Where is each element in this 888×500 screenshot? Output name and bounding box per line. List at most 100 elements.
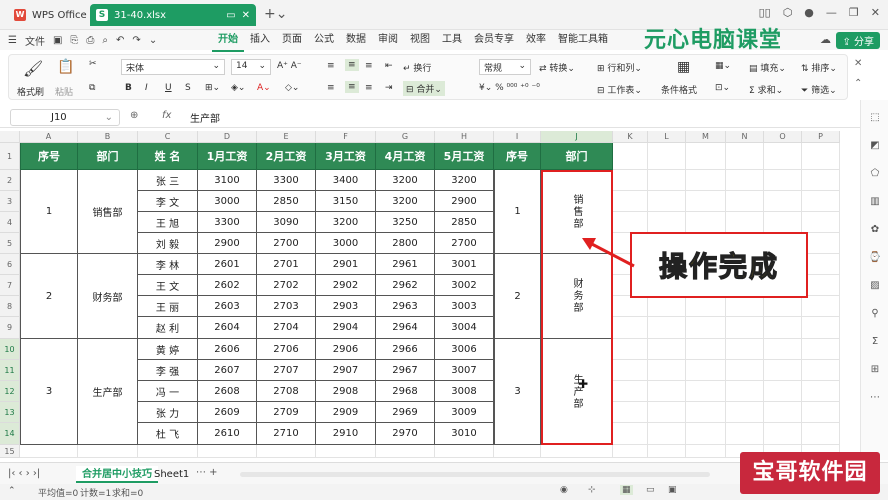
column-header-B[interactable]: B [78,131,138,143]
more-icon[interactable]: ⌄ [149,35,157,46]
file-menu[interactable]: 文件 [25,33,45,48]
table-cell[interactable]: 2604 [198,317,257,339]
zoom-icon[interactable]: ⊕ [130,110,138,121]
table-cell[interactable]: 3400 [316,170,376,191]
grid-cell[interactable] [726,191,764,212]
merge-button[interactable]: ⊟ 合并⌄ [403,81,445,96]
table-cell[interactable]: 2702 [257,275,316,296]
new-tab-icon[interactable]: +⌄ [264,6,287,22]
table-cell[interactable]: 2968 [376,381,435,402]
row-header-13[interactable]: 13 [0,402,20,423]
table-cell[interactable]: 2706 [257,339,316,360]
table-cell[interactable]: 3200 [435,170,494,191]
align-bottom-icon[interactable]: ≡ [365,61,373,71]
grid-cell[interactable] [764,191,802,212]
table-cell[interactable]: 3100 [198,170,257,191]
group-number-cell[interactable]: 1 [20,170,78,254]
table-cell[interactable]: 2900 [435,191,494,212]
table-cell[interactable]: 3010 [435,423,494,445]
grid-cell[interactable] [613,423,648,445]
grid-cell[interactable] [613,191,648,212]
grid-cell[interactable] [764,339,802,360]
layout-icon[interactable]: ▯▯ [759,6,771,19]
column-header-L[interactable]: L [648,131,686,143]
grid-cell[interactable] [20,445,78,458]
grid-cell[interactable] [138,445,198,458]
grid-cell[interactable] [613,170,648,191]
table-cell[interactable]: 张 力 [138,402,198,423]
grid-cell[interactable] [802,339,840,360]
table-cell[interactable]: 3001 [435,254,494,275]
image-icon[interactable]: ▨ [868,280,882,294]
table-cell[interactable]: 2909 [316,402,376,423]
grid-cell[interactable] [726,317,764,339]
table-cell[interactable]: 杜 飞 [138,423,198,445]
table-cell[interactable]: 2961 [376,254,435,275]
grid-cell[interactable] [764,143,802,170]
table-cell[interactable]: 2967 [376,360,435,381]
column-header-D[interactable]: D [198,131,257,143]
row-header-5[interactable]: 5 [0,233,20,254]
grow-font-icon[interactable]: A⁺ A⁻ [277,61,302,71]
export-icon[interactable]: ⎘ [70,35,78,46]
close-tab-icon[interactable]: ✕ [242,10,250,21]
column-header-M[interactable]: M [686,131,726,143]
grid-cell[interactable] [613,381,648,402]
row-header-2[interactable]: 2 [0,170,20,191]
clear-icon[interactable]: ◇⌄ [285,83,299,93]
grid-cell[interactable] [764,317,802,339]
bold-icon[interactable]: B [125,83,132,93]
table-cell[interactable]: 2707 [257,360,316,381]
table-cell[interactable]: 2850 [435,212,494,233]
grid-cell[interactable] [764,170,802,191]
view-split-icon[interactable]: ⊹ [588,485,596,495]
fill-button[interactable]: ▤ 填充⌄ [749,61,786,74]
header-cell[interactable]: 部门 [78,143,138,170]
horizontal-scrollbar[interactable] [240,472,710,477]
layout-view-icon[interactable]: ▣ [668,485,677,495]
grid-cell[interactable] [802,423,840,445]
table-cell[interactable]: 刘 毅 [138,233,198,254]
header-cell[interactable]: 序号 [20,143,78,170]
clock-icon[interactable]: ⌚ [868,252,882,266]
table-cell[interactable]: 王 旭 [138,212,198,233]
cut-icon[interactable]: ✂ [89,59,97,69]
column-header-C[interactable]: C [138,131,198,143]
tab-4[interactable]: 数据 [340,30,372,52]
table-cell[interactable]: 2609 [198,402,257,423]
grid-cell[interactable] [764,423,802,445]
ai-icon[interactable]: ✿ [868,224,882,238]
grid-cell[interactable] [494,445,541,458]
table-cell[interactable]: 3002 [435,275,494,296]
header-cell[interactable]: 部门 [541,143,613,170]
align-left-icon[interactable]: ≡ [327,83,335,93]
tab-3[interactable]: 公式 [308,30,340,52]
table-cell[interactable]: 2962 [376,275,435,296]
grid-cell[interactable] [764,381,802,402]
font-name-select[interactable]: 宋体 ⌄ [121,59,225,75]
table-cell[interactable]: 3003 [435,296,494,317]
font-size-select[interactable]: 14 ⌄ [231,59,271,75]
column-header-J[interactable]: J [541,131,613,143]
tab-8[interactable]: 会员专享 [468,30,520,52]
grid-cell[interactable] [541,445,613,458]
table-cell[interactable]: 2607 [198,360,257,381]
table-style-icon[interactable]: ▦⌄ [715,61,731,71]
strike-icon[interactable]: S [185,83,191,93]
chart-icon[interactable]: ▥ [868,196,882,210]
italic-icon[interactable]: I [145,83,148,93]
table-cell[interactable]: 冯 一 [138,381,198,402]
paste-label[interactable]: 粘贴 [55,85,73,98]
row-header-12[interactable]: 12 [0,381,20,402]
view-eye-icon[interactable]: ◉ [560,485,568,495]
grid-cell[interactable] [686,212,726,233]
grid-cell[interactable] [648,339,686,360]
grid-cell[interactable] [764,296,802,317]
status-caret-icon[interactable]: ⌃ [8,486,16,496]
share-sidebar-icon[interactable]: ⚲ [868,308,882,322]
column-header-G[interactable]: G [376,131,435,143]
grid-cell[interactable] [802,212,840,233]
row-header-1[interactable]: 1 [0,143,20,170]
row-header-10[interactable]: 10 [0,339,20,360]
grid-cell[interactable] [726,423,764,445]
